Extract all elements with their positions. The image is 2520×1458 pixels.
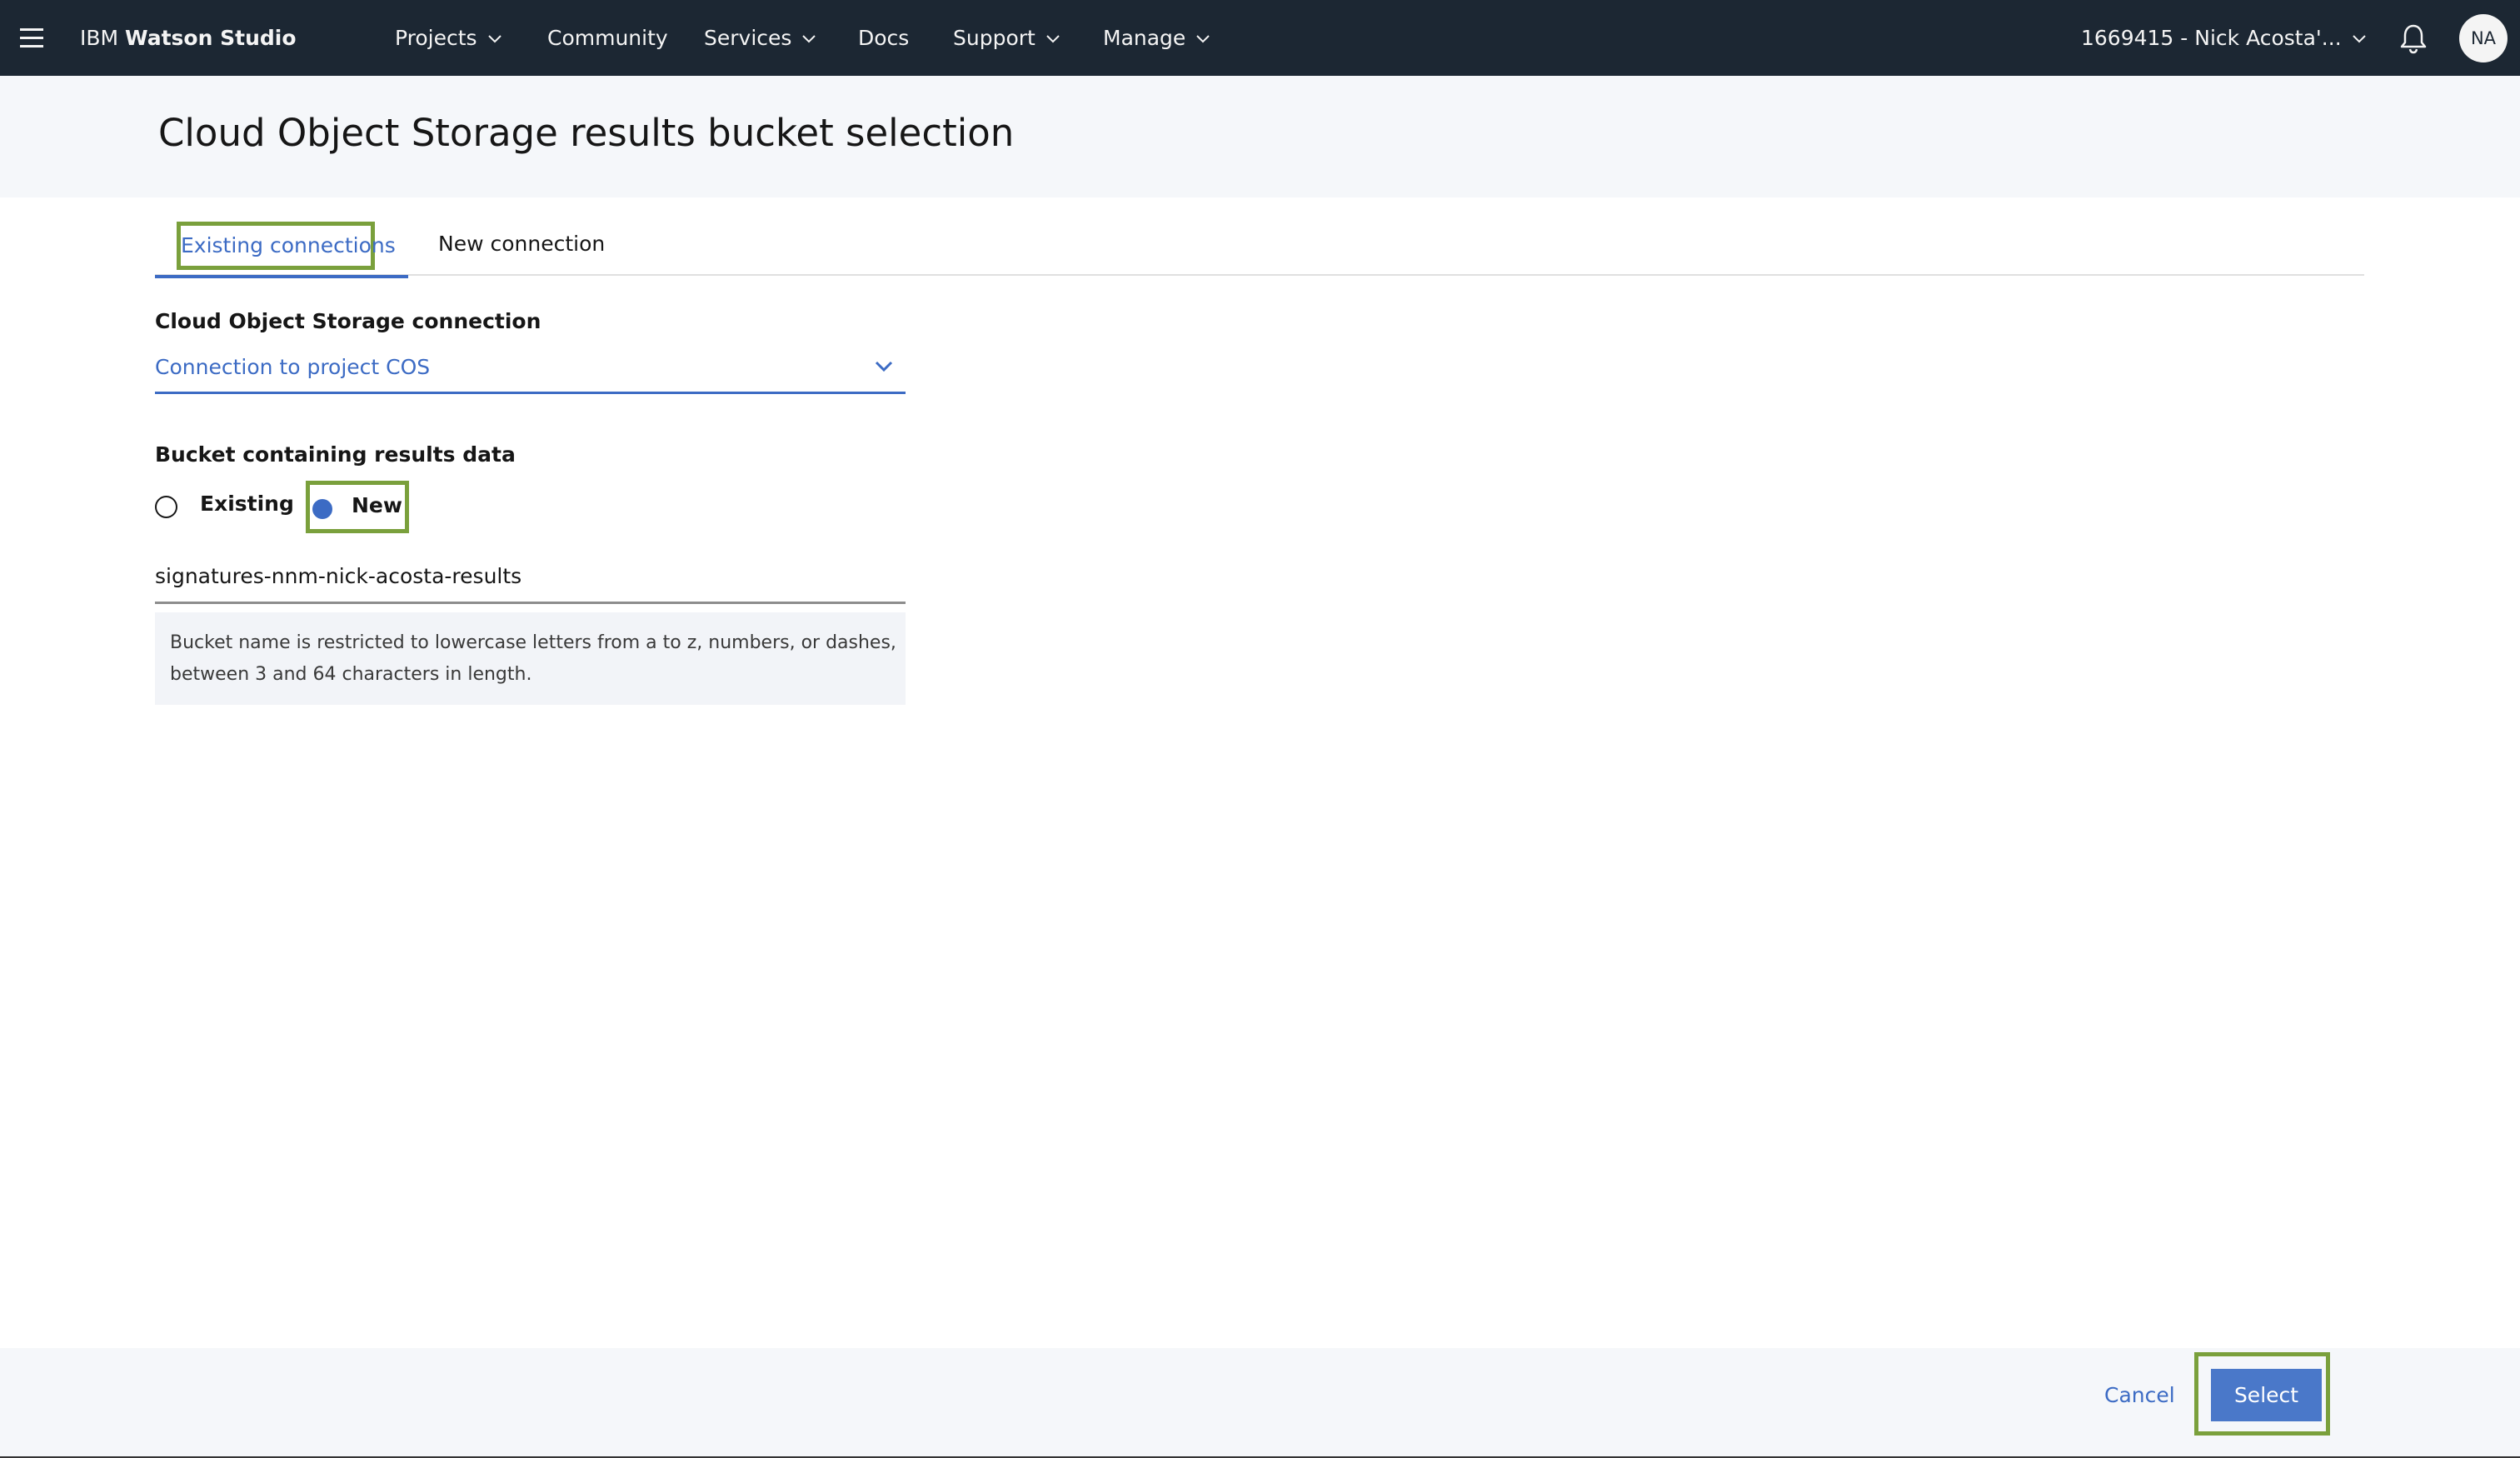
tab-existing-connections[interactable]: Existing connections bbox=[155, 222, 408, 278]
brand-name: Watson Studio bbox=[125, 26, 297, 50]
chevron-down-icon bbox=[1195, 34, 1210, 44]
select-button[interactable]: Select bbox=[2211, 1369, 2322, 1421]
nav-services-label: Services bbox=[704, 26, 792, 50]
notifications-bell-icon[interactable] bbox=[2398, 22, 2429, 54]
bucket-label: Bucket containing results data bbox=[155, 442, 516, 467]
radio-new[interactable]: New bbox=[306, 481, 409, 533]
nav-community-label: Community bbox=[547, 26, 668, 50]
account-switcher[interactable]: 1669415 - Nick Acosta'... bbox=[2081, 0, 2367, 76]
nav-projects-label: Projects bbox=[395, 26, 477, 50]
chevron-down-icon bbox=[487, 34, 502, 44]
radio-existing[interactable] bbox=[155, 496, 177, 518]
connection-selected-value: Connection to project COS bbox=[155, 355, 431, 379]
nav-docs[interactable]: Docs bbox=[858, 0, 909, 76]
tabs-divider bbox=[155, 274, 2364, 276]
select-button-highlight[interactable]: Select bbox=[2194, 1352, 2330, 1436]
account-label: 1669415 - Nick Acosta'... bbox=[2081, 26, 2342, 50]
cancel-button[interactable]: Cancel bbox=[2104, 1383, 2175, 1407]
helper-line-1: Bucket name is restricted to lowercase l… bbox=[170, 632, 896, 653]
radio-existing-label[interactable]: Existing bbox=[200, 492, 294, 516]
user-avatar[interactable]: NA bbox=[2459, 14, 2508, 62]
nav-projects[interactable]: Projects bbox=[395, 0, 502, 76]
bucket-name-value: signatures-nnm-nick-acosta-results bbox=[155, 564, 522, 588]
helper-line-2: between 3 and 64 characters in length. bbox=[170, 664, 532, 685]
nav-docs-label: Docs bbox=[858, 26, 910, 50]
nav-support[interactable]: Support bbox=[953, 0, 1060, 76]
nav-manage-label: Manage bbox=[1103, 26, 1186, 50]
tab-new-connection[interactable]: New connection bbox=[438, 232, 605, 256]
bucket-name-helper-text: Bucket name is restricted to lowercase l… bbox=[155, 612, 906, 705]
chevron-down-icon bbox=[1045, 34, 1060, 44]
page-title: Cloud Object Storage results bucket sele… bbox=[158, 111, 1015, 155]
tab-existing-connections-label: Existing connections bbox=[177, 222, 396, 270]
nav-services[interactable]: Services bbox=[704, 0, 816, 76]
nav-support-label: Support bbox=[953, 26, 1035, 50]
nav-community[interactable]: Community bbox=[547, 0, 668, 76]
radio-selected-dot-icon bbox=[312, 499, 332, 519]
connection-dropdown[interactable]: Connection to project COS bbox=[155, 348, 906, 394]
chevron-down-icon bbox=[801, 34, 816, 44]
brand-prefix: IBM bbox=[80, 26, 119, 50]
radio-new-label: New bbox=[352, 493, 402, 517]
nav-manage[interactable]: Manage bbox=[1103, 0, 1210, 76]
top-nav-bar: IBM Watson Studio Projects Community Ser… bbox=[0, 0, 2520, 76]
chevron-down-icon bbox=[874, 360, 894, 377]
chevron-down-icon bbox=[2352, 34, 2367, 44]
connection-label: Cloud Object Storage connection bbox=[155, 309, 541, 333]
bucket-name-input[interactable]: signatures-nnm-nick-acosta-results bbox=[155, 557, 906, 604]
brand-logo[interactable]: IBM Watson Studio bbox=[80, 0, 297, 76]
menu-icon[interactable] bbox=[17, 22, 48, 53]
